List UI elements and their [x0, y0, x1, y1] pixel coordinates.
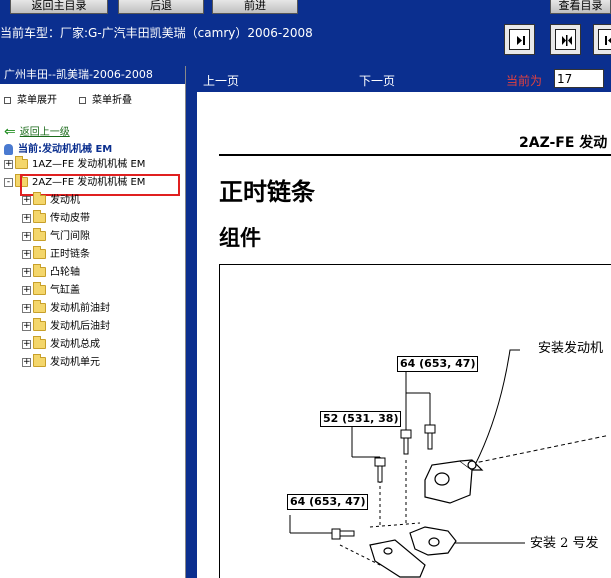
expand-toggle-icon[interactable]: + — [22, 321, 31, 331]
view-catalog-button[interactable]: 查看目录 — [550, 0, 611, 14]
expand-toggle-icon[interactable]: + — [22, 339, 31, 349]
back-up-link[interactable]: ⇐ 返回上一级 — [4, 123, 70, 140]
component-diagram: 64 (653, 47) 52 (531, 38) 64 (653, 47) 安… — [219, 264, 611, 578]
menu-expand-button[interactable]: 菜单展开 — [4, 91, 57, 106]
expand-toggle-icon[interactable]: + — [22, 213, 31, 223]
tree-node-valve-clearance[interactable]: + 气门间隙 — [22, 228, 90, 244]
first-page-button[interactable] — [504, 24, 535, 55]
tree-node-rear-oil-seal[interactable]: + 发动机后油封 — [22, 318, 110, 334]
page-title: 正时链条 — [219, 178, 315, 206]
fit-width-button[interactable] — [550, 24, 581, 55]
page-nav-bar: 上一页 下一页 当前为 — [197, 66, 611, 92]
first-page-icon — [517, 36, 525, 45]
page-number-input[interactable] — [554, 69, 604, 88]
top-toolbar: 返回主目录 后退 前进 查看目录 当前车型：厂家:G-广汽丰田凯美瑞（camry… — [0, 0, 611, 58]
folder-icon — [33, 318, 46, 331]
collapse-icon — [79, 96, 86, 104]
back-button[interactable]: 后退 — [118, 0, 204, 14]
current-page-label: 当前为 — [506, 74, 543, 88]
folder-icon — [33, 210, 46, 223]
current-car-model: 当前车型：厂家:G-广汽丰田凯美瑞（camry）2006-2008 — [0, 26, 313, 40]
expand-toggle-icon[interactable]: + — [22, 303, 31, 313]
torque-label: 64 (653, 47) — [287, 494, 369, 510]
expand-icon — [4, 96, 11, 104]
tree-node-engine-unit[interactable]: + 发动机单元 — [22, 354, 100, 370]
bolt-icon — [374, 457, 386, 483]
expand-toggle-icon[interactable]: + — [22, 195, 31, 205]
folder-icon — [33, 246, 46, 259]
doc-section-header: 2AZ-FE 发动 — [519, 135, 608, 151]
next-page-link[interactable]: 下一页 — [359, 72, 395, 89]
tree-node-engine[interactable]: + 发动机 — [22, 192, 80, 208]
left-tree-panel: 广州丰田--凯美瑞-2006-2008 菜单展开 菜单折叠 ⇐ 返回上一级 当前:… — [0, 66, 186, 578]
prev-page-link[interactable]: 上一页 — [203, 72, 239, 89]
folder-icon — [33, 228, 46, 241]
folder-icon — [33, 354, 46, 367]
folder-icon — [33, 282, 46, 295]
expand-toggle-icon[interactable]: + — [22, 249, 31, 259]
current-node-label: 当前:发动机机械 EM — [4, 140, 112, 155]
collapse-toggle-icon[interactable]: - — [4, 177, 13, 187]
folder-icon — [33, 192, 46, 205]
expand-toggle-icon[interactable]: + — [22, 231, 31, 241]
folder-icon — [33, 264, 46, 277]
page-subtitle: 组件 — [219, 226, 261, 250]
expand-toggle-icon[interactable]: + — [4, 159, 13, 169]
bolt-icon — [424, 424, 436, 450]
last-page-button[interactable] — [593, 24, 611, 55]
selection-highlight — [20, 174, 180, 196]
callout-label: 安装 2 号发 — [530, 536, 599, 551]
header-rule — [219, 154, 611, 156]
last-page-icon — [605, 36, 611, 45]
tree-node-engine-assembly[interactable]: + 发动机总成 — [22, 336, 100, 352]
tree-node-drive-belt[interactable]: + 传动皮带 — [22, 210, 90, 226]
engine-mount-bracket — [424, 459, 484, 504]
menu-collapse-button[interactable]: 菜单折叠 — [79, 91, 132, 106]
expand-toggle-icon[interactable]: + — [22, 285, 31, 295]
tree-node-timing-chain[interactable]: + 正时链条 — [22, 246, 90, 262]
bolt-icon — [331, 528, 355, 540]
home-button[interactable]: 返回主目录 — [10, 0, 108, 14]
tree-node-camshaft[interactable]: + 凸轮轴 — [22, 264, 80, 280]
folder-icon — [33, 300, 46, 313]
torque-label: 52 (531, 38) — [320, 411, 402, 427]
expand-toggle-icon[interactable]: + — [22, 267, 31, 277]
location-icon — [4, 143, 13, 155]
torque-label: 64 (653, 47) — [397, 356, 479, 372]
document-panel: 上一页 下一页 当前为 2AZ-FE 发动 正时链条 组件 — [197, 66, 611, 578]
tree-node-front-oil-seal[interactable]: + 发动机前油封 — [22, 300, 110, 316]
forward-button[interactable]: 前进 — [212, 0, 298, 14]
folder-icon — [15, 156, 28, 169]
expand-toggle-icon[interactable]: + — [22, 357, 31, 367]
tree-node-cylinder-head[interactable]: + 气缸盖 — [22, 282, 80, 298]
bolt-icon — [400, 429, 412, 455]
arrow-left-icon: ⇐ — [4, 124, 16, 140]
callout-label: 安装发动机 — [538, 341, 604, 356]
fit-width-icon — [562, 35, 572, 46]
panel-title: 广州丰田--凯美瑞-2006-2008 — [0, 66, 185, 84]
tree-node-1az[interactable]: +1AZ—FE 发动机机械 EM — [4, 156, 145, 172]
lower-bracket — [369, 526, 457, 578]
folder-icon — [33, 336, 46, 349]
